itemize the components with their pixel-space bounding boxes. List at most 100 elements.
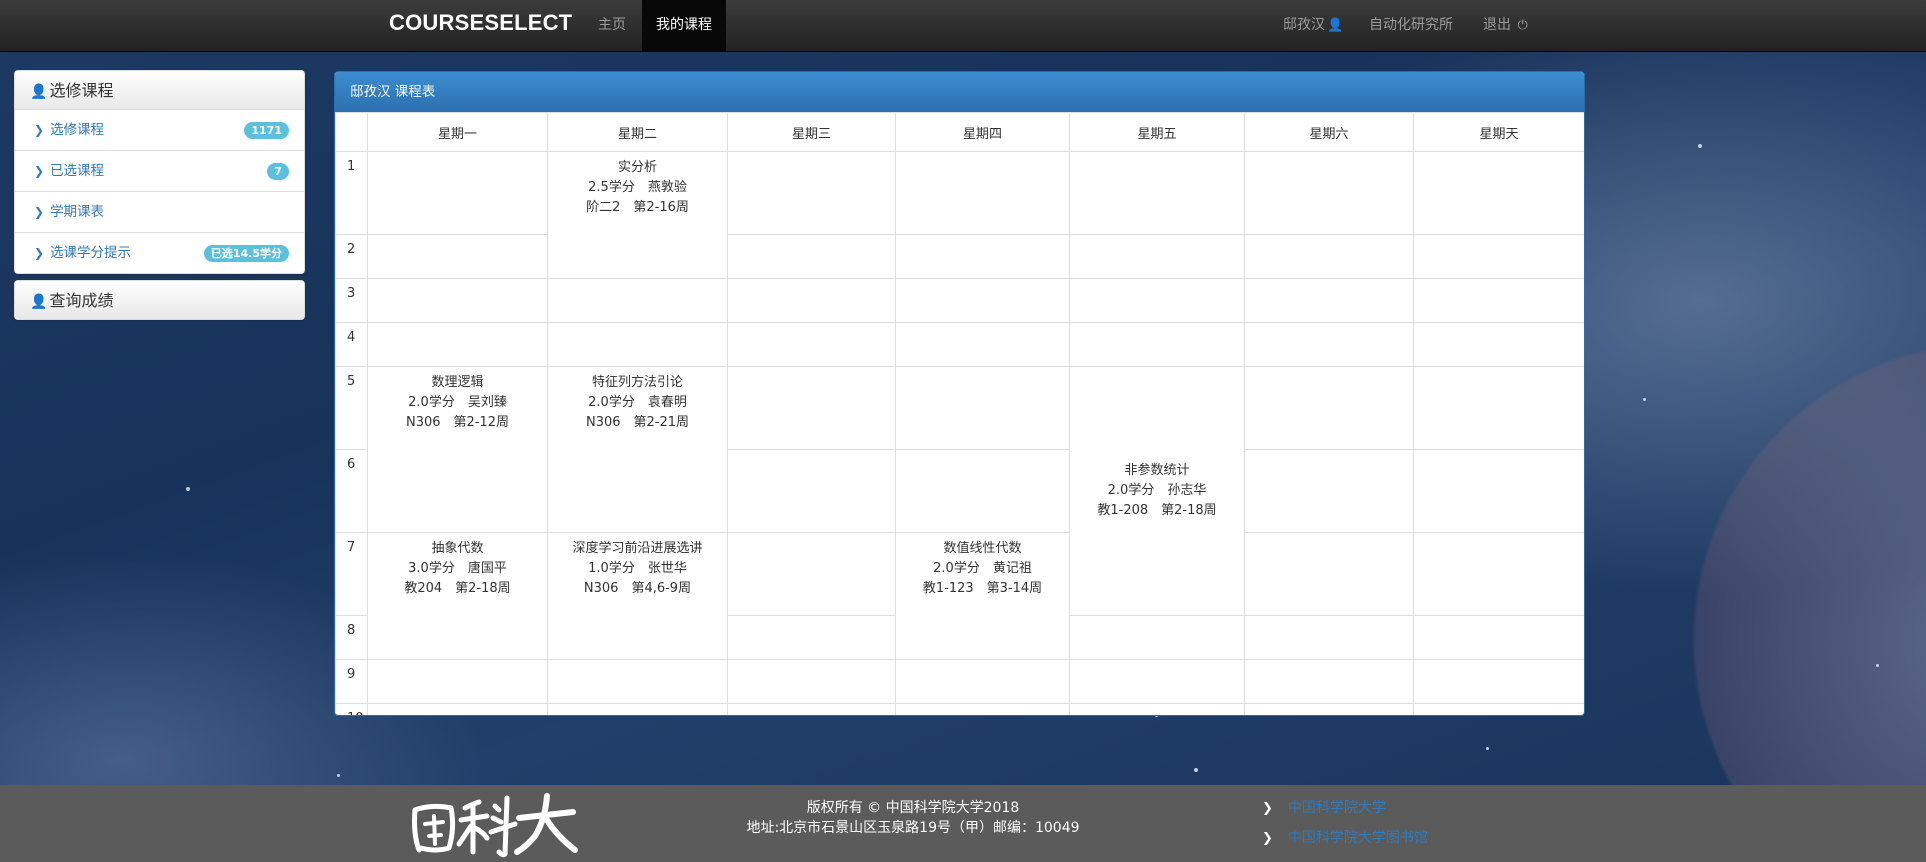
empty-cell [727, 278, 896, 323]
empty-cell [1413, 615, 1584, 660]
course-room-weeks: 教1-208 第2-18周 [1097, 502, 1217, 518]
empty-cell [1069, 151, 1245, 235]
empty-cell [895, 449, 1070, 533]
nav-home[interactable]: 主页 [598, 0, 626, 51]
grades-heading-label: 查询成绩 [49, 291, 114, 310]
grades-panel-heading[interactable]: 👤 查询成绩 [15, 281, 304, 319]
period-number: 5 [335, 366, 368, 450]
logout-label: 退出 [1483, 17, 1511, 33]
course-name: 实分析 [617, 160, 657, 175]
empty-cell [1413, 366, 1584, 450]
footer-link-ucas[interactable]: ❯ 中国科学院大学 [1262, 797, 1386, 817]
course-nonparametric-statistics[interactable]: 非参数统计 2.0学分 孙志华 教1-208 第2-18周 [1069, 366, 1245, 616]
empty-cell [1413, 532, 1584, 616]
course-characteristic-set-method[interactable]: 特征列方法引论 2.0学分 袁春明 N306 第2-21周 [547, 366, 728, 533]
chevron-right-icon: ❯ [1262, 801, 1273, 816]
course-room-weeks: 教204 第2-18周 [404, 581, 511, 596]
star [1194, 768, 1198, 772]
sidebar-item-credit-hint[interactable]: ❯ 选课学分提示 已选14.5学分 [15, 233, 304, 273]
empty-cell [1244, 322, 1414, 367]
period-number: 10 [335, 703, 368, 715]
period-row: 5 数理逻辑 2.0学分 吴刘臻 N306 第2-12周 特征列方法引论 2.0… [335, 366, 1584, 616]
empty-cell [895, 234, 1070, 279]
course-credit-teacher: 2.0学分 黄记祖 [933, 561, 1032, 576]
star [1643, 398, 1646, 401]
footer-link-label: 中国科学院大学图书馆 [1287, 830, 1428, 846]
sidebar-item-label: 学期课表 [50, 204, 105, 220]
empty-cell [727, 703, 896, 715]
nav-institute[interactable]: 自动化研究所 [1369, 0, 1453, 51]
empty-cell [727, 532, 896, 616]
course-credit-teacher: 2.0学分 吴刘臻 [408, 395, 507, 410]
course-room-weeks: 教1-123 第3-14周 [922, 581, 1043, 596]
empty-cell [1244, 703, 1414, 715]
course-name: 特征列方法引论 [591, 375, 683, 390]
empty-cell [895, 366, 1070, 450]
period-row: 2 [335, 234, 1584, 279]
course-real-analysis[interactable]: 实分析 2.5学分 燕敦验 阶二2 第2-16周 [547, 151, 728, 279]
period-number: 2 [335, 234, 368, 279]
course-credit-teacher: 2.5学分 燕敦验 [588, 180, 687, 195]
sidebar-item-selected-courses[interactable]: ❯ 已选课程 7 [15, 151, 304, 192]
empty-cell [1413, 659, 1584, 704]
course-name: 数值线性代数 [943, 541, 1022, 556]
empty-cell [895, 659, 1070, 704]
empty-cell [727, 615, 896, 660]
empty-cell [367, 234, 548, 279]
power-icon: ⏻ [1517, 18, 1528, 33]
star [186, 487, 190, 491]
star [1486, 747, 1489, 750]
sidebar-item-label: 选修课程 [50, 122, 105, 138]
empty-cell [1413, 449, 1584, 533]
sidebar-item-semester-timetable[interactable]: ❯ 学期课表 [15, 192, 304, 233]
course-name: 深度学习前沿进展选讲 [572, 541, 703, 556]
course-numerical-linear-algebra[interactable]: 数值线性代数 2.0学分 黄记祖 教1-123 第3-14周 [895, 532, 1070, 660]
course-name: 非参数统计 [1124, 462, 1190, 478]
chevron-right-icon: ❯ [1262, 831, 1273, 846]
day-header: 星期一 [367, 112, 548, 152]
empty-cell [1069, 703, 1245, 715]
course-credit-teacher: 3.0学分 唐国平 [408, 561, 507, 576]
brand-logo[interactable]: COURSESELECT [389, 10, 572, 36]
user-icon: 👤 [30, 294, 48, 310]
nav-user[interactable]: 邸孜汉 👤 [1283, 0, 1343, 51]
course-mathematical-logic[interactable]: 数理逻辑 2.0学分 吴刘臻 N306 第2-12周 [367, 366, 548, 533]
empty-cell [727, 234, 896, 279]
timetable: 星期一 星期二 星期三 星期四 星期五 星期六 星期天 1 实分析 2.5学分 … [335, 112, 1584, 715]
footer-link-library[interactable]: ❯ 中国科学院大学图书馆 [1262, 827, 1428, 847]
empty-cell [895, 322, 1070, 367]
sidebar-item-label: 已选课程 [50, 163, 105, 179]
period-number: 9 [335, 659, 368, 704]
empty-cell [727, 322, 896, 367]
empty-cell [727, 659, 896, 704]
day-header: 星期二 [547, 112, 728, 152]
nav-logout[interactable]: 退出 ⏻ [1483, 0, 1528, 51]
course-abstract-algebra[interactable]: 抽象代数 3.0学分 唐国平 教204 第2-18周 [367, 532, 548, 660]
empty-cell [1413, 234, 1584, 279]
period-number: 1 [335, 151, 368, 235]
timetable-title: 邸孜汉 课程表 [335, 72, 1584, 112]
nav-my-courses[interactable]: 我的课程 [642, 0, 726, 51]
sidebar-item-elective-courses[interactable]: ❯ 选修课程 1171 [15, 110, 304, 151]
elective-panel-heading[interactable]: 👤 选修课程 [15, 71, 304, 110]
corner-cell [335, 112, 368, 152]
chevron-right-icon: ❯ [34, 123, 45, 137]
empty-cell [547, 703, 728, 715]
empty-cell [1244, 532, 1414, 616]
period-row: 1 实分析 2.5学分 燕敦验 阶二2 第2-16周 [335, 151, 1584, 279]
empty-cell [727, 449, 896, 533]
day-header: 星期六 [1244, 112, 1414, 152]
empty-cell [895, 278, 1070, 323]
course-credit-teacher: 2.0学分 袁春明 [588, 395, 687, 410]
course-deep-learning-seminar[interactable]: 深度学习前沿进展选讲 1.0学分 张世华 N306 第4,6-9周 [547, 532, 728, 660]
empty-cell [1244, 659, 1414, 704]
star [337, 774, 340, 777]
day-header-row: 星期一 星期二 星期三 星期四 星期五 星期六 星期天 [335, 112, 1584, 152]
course-credit-teacher: 2.0学分 孙志华 [1107, 482, 1207, 498]
empty-cell [895, 151, 1070, 235]
day-header: 星期天 [1413, 112, 1584, 152]
course-room-weeks: 阶二2 第2-16周 [586, 200, 689, 215]
empty-cell [1069, 278, 1245, 323]
user-icon: 👤 [1327, 18, 1344, 33]
period-number: 3 [335, 278, 368, 323]
